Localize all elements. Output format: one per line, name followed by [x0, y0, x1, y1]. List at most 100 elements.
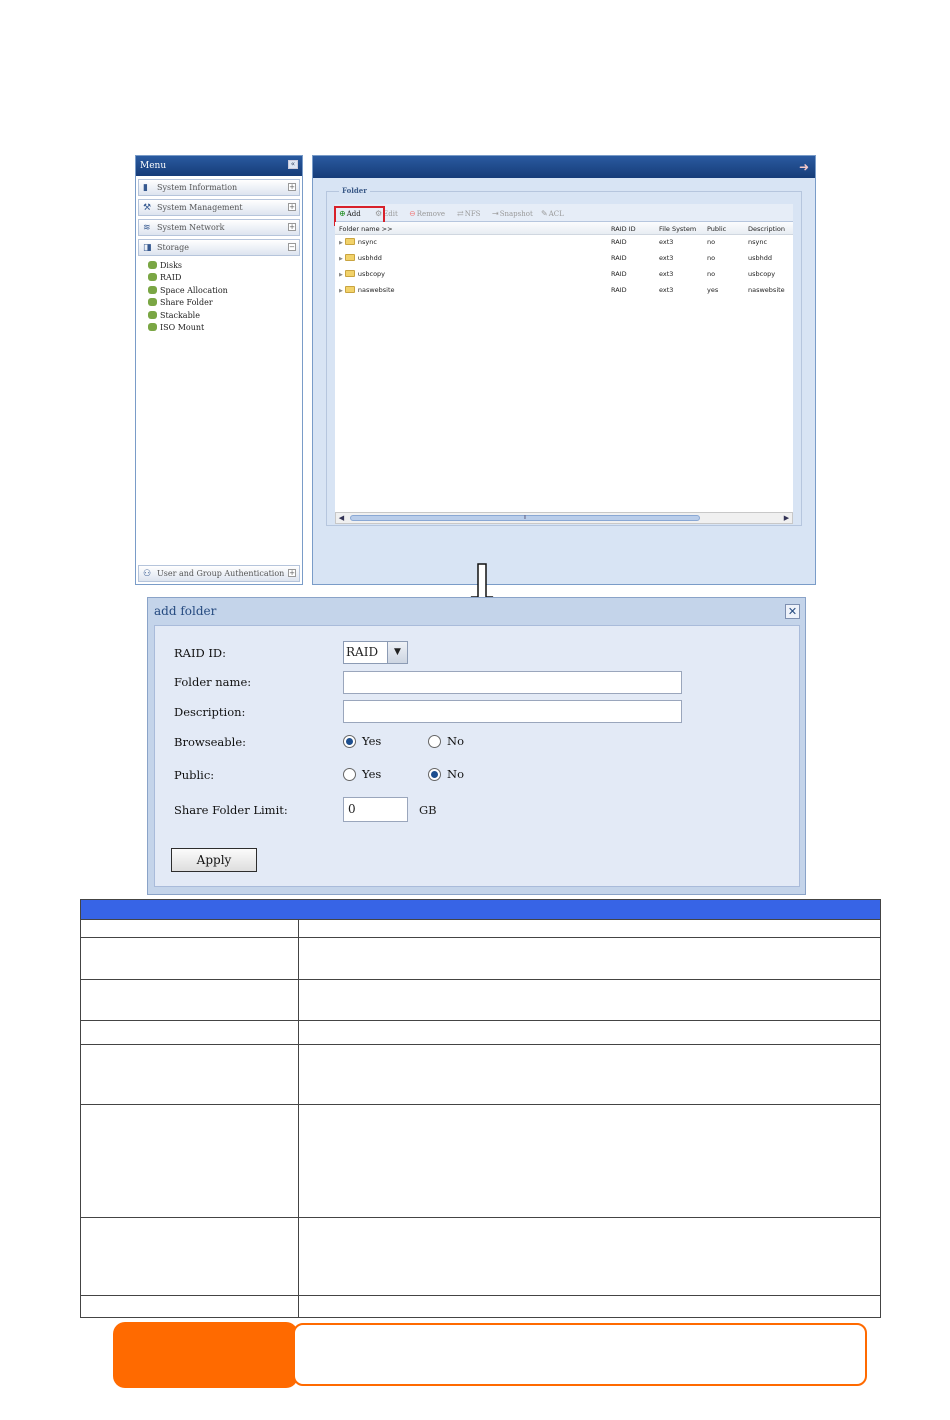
- book-icon: ▮: [143, 183, 148, 193]
- browseable-no-radio[interactable]: [428, 735, 441, 748]
- folder-name-input[interactable]: [343, 671, 682, 694]
- menu-item-label: Space Allocation: [160, 285, 228, 295]
- acl-button[interactable]: ✎ACL: [541, 209, 564, 218]
- folder-name: usbcopy: [357, 270, 386, 278]
- table-cell: [80, 979, 299, 1021]
- table-row[interactable]: ▶ usbcopy RAID ext3 no usbcopy: [335, 267, 793, 283]
- public-cell: yes: [707, 286, 719, 294]
- table-cell: [80, 1295, 299, 1318]
- description-cell: usbcopy: [748, 270, 776, 278]
- collapse-icon[interactable]: «: [288, 160, 298, 169]
- column-header-file-system[interactable]: File System: [659, 225, 696, 233]
- menu-section-system-network[interactable]: ≋ System Network +: [138, 219, 300, 236]
- table-row: [80, 919, 881, 938]
- menu-item-raid[interactable]: RAID: [148, 272, 302, 284]
- raid-cell: RAID: [611, 238, 627, 246]
- browseable-label: Browseable:: [174, 735, 246, 749]
- table-header-row: [80, 899, 881, 920]
- share-folder-limit-input[interactable]: 0: [343, 797, 408, 822]
- column-header-public[interactable]: Public: [707, 225, 726, 233]
- table-cell: [298, 919, 881, 938]
- snapshot-button[interactable]: ⇥Snapshot: [492, 209, 533, 218]
- table-header-cell: [80, 899, 881, 920]
- raid-cell: RAID: [611, 270, 627, 278]
- folder-grid: Folder name >> RAID ID File System Publi…: [335, 222, 793, 512]
- folder-name-cell: ▶ usbhdd: [339, 254, 382, 262]
- browseable-yes-radio[interactable]: [343, 735, 356, 748]
- expand-icon[interactable]: +: [288, 203, 296, 211]
- raid-cell: RAID: [611, 286, 627, 294]
- table-row[interactable]: ▶ nsync RAID ext3 no nsync: [335, 235, 793, 251]
- nfs-icon: ⇄: [457, 209, 464, 218]
- table-cell: [80, 1020, 299, 1045]
- folder-name: usbhdd: [357, 254, 382, 262]
- menu-section-storage[interactable]: ◨ Storage −: [138, 239, 300, 256]
- menu-title: Menu: [140, 161, 167, 171]
- column-header-raid-id[interactable]: RAID ID: [611, 225, 636, 233]
- dialog-title: add folder: [154, 604, 217, 618]
- expand-icon[interactable]: +: [288, 183, 296, 191]
- folder-legend: Folder: [339, 186, 370, 195]
- menu-section-label: Storage: [157, 243, 189, 252]
- table-row[interactable]: ▶ usbhdd RAID ext3 no usbhdd: [335, 251, 793, 267]
- apply-button[interactable]: Apply: [171, 848, 257, 872]
- dialog-body: RAID ID: RAID ▼ Folder name: Description…: [154, 625, 800, 887]
- expand-triangle-icon[interactable]: ▶: [339, 288, 343, 294]
- menu-section-user-group-authentication[interactable]: ⚇ User and Group Authentication +: [138, 565, 300, 582]
- column-header-description[interactable]: Description: [748, 225, 785, 233]
- table-cell: [80, 1104, 299, 1218]
- menu-item-share-folder[interactable]: Share Folder: [148, 297, 302, 309]
- browseable-yes-label: Yes: [362, 734, 382, 748]
- scroll-right-icon[interactable]: ▶: [781, 512, 792, 524]
- expand-icon[interactable]: +: [288, 223, 296, 231]
- expand-triangle-icon[interactable]: ▶: [339, 272, 343, 278]
- remove-label: Remove: [416, 210, 446, 218]
- folder-icon: [344, 270, 355, 277]
- folder-fieldset: Folder ⊕Add ⚙Edit ⊖Remove ⇄NFS ⇥Snapshot…: [326, 186, 802, 526]
- public-yes-label: Yes: [362, 767, 382, 781]
- table-row: [80, 979, 881, 1021]
- nfs-button[interactable]: ⇄NFS: [457, 209, 480, 218]
- menu-item-stackable[interactable]: Stackable: [148, 310, 302, 322]
- horizontal-scrollbar[interactable]: ◀ ⦀ ▶: [335, 512, 793, 524]
- column-header-folder-name[interactable]: Folder name >>: [339, 225, 393, 233]
- table-cell: [80, 937, 299, 980]
- limit-unit-label: GB: [419, 803, 437, 817]
- menu-item-iso-mount[interactable]: ISO Mount: [148, 322, 302, 334]
- fs-cell: ext3: [659, 286, 674, 294]
- expand-icon[interactable]: +: [288, 569, 296, 577]
- raid-cell: RAID: [611, 254, 627, 262]
- close-icon[interactable]: ✕: [785, 604, 800, 619]
- folder-icon: [344, 238, 355, 245]
- menu-item-disks[interactable]: Disks: [148, 260, 302, 272]
- expand-triangle-icon[interactable]: ▶: [339, 240, 343, 246]
- logout-icon[interactable]: ➜: [799, 160, 809, 174]
- menu-section-label: User and Group Authentication: [157, 569, 285, 578]
- public-yes-radio[interactable]: [343, 768, 356, 781]
- public-no-radio[interactable]: [428, 768, 441, 781]
- folder-name-label: Folder name:: [174, 675, 252, 689]
- nfs-label: NFS: [464, 210, 481, 218]
- menu-section-system-management[interactable]: ⚒ System Management +: [138, 199, 300, 216]
- users-icon: ⚇: [143, 569, 152, 579]
- menu-section-system-information[interactable]: ▮ System Information +: [138, 179, 300, 196]
- storage-icon: ◨: [143, 243, 152, 253]
- table-row[interactable]: ▶ naswebsite RAID ext3 yes naswebsite: [335, 283, 793, 299]
- menu-item-space-allocation[interactable]: Space Allocation: [148, 285, 302, 297]
- chevron-down-icon[interactable]: ▼: [387, 642, 407, 663]
- remove-button[interactable]: ⊖Remove: [409, 209, 445, 218]
- menu-section-label: System Management: [157, 203, 243, 212]
- folder-name-cell: ▶ usbcopy: [339, 270, 385, 278]
- expand-triangle-icon[interactable]: ▶: [339, 256, 343, 262]
- scrollbar-thumb[interactable]: ⦀: [350, 515, 700, 521]
- network-icon: ≋: [143, 223, 151, 233]
- description-input[interactable]: [343, 700, 682, 723]
- note-tab: [113, 1322, 298, 1388]
- table-row: [80, 1217, 881, 1296]
- collapse-section-icon[interactable]: −: [288, 243, 296, 251]
- folder-icon: [344, 286, 355, 293]
- scroll-left-icon[interactable]: ◀: [336, 512, 347, 524]
- folder-name: nsync: [357, 238, 377, 246]
- raid-id-select[interactable]: RAID ▼: [343, 641, 408, 664]
- description-cell: naswebsite: [748, 286, 785, 294]
